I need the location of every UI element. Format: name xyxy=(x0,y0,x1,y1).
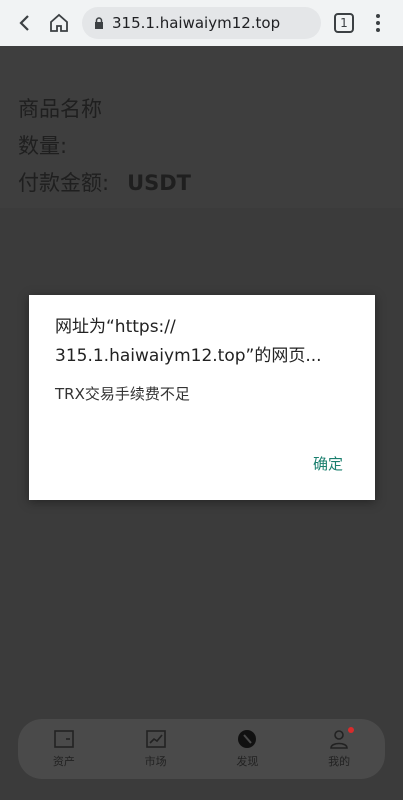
notification-dot xyxy=(348,727,355,733)
lock-icon xyxy=(94,17,104,29)
quantity-label: 数量: xyxy=(18,134,68,158)
back-button[interactable] xyxy=(8,6,42,40)
more-vert-icon xyxy=(376,14,380,32)
nav-label-discover: 发现 xyxy=(236,755,259,768)
dialog-title-line-2: 315.1.haiwaiym12.top”的网页... xyxy=(55,346,322,366)
menu-button[interactable] xyxy=(361,6,395,40)
bottom-nav: 资产 市场 发现 我的 xyxy=(18,719,385,779)
product-name-label: 商品名称 xyxy=(18,97,102,121)
nav-item-market[interactable]: 市场 xyxy=(126,729,186,769)
url-text: 315.1.haiwaiym12.top xyxy=(112,14,281,32)
order-summary: 商品名称 数量: 付款金额: USDT xyxy=(0,46,403,208)
nav-label-market: 市场 xyxy=(144,755,167,768)
nav-item-profile[interactable]: 我的 xyxy=(309,727,369,769)
dialog-title-line-1: 网址为“https:// xyxy=(55,317,176,337)
tab-count: 1 xyxy=(334,13,354,33)
nav-label-profile: 我的 xyxy=(328,755,351,768)
discover-icon xyxy=(238,730,257,748)
profile-icon xyxy=(330,730,348,749)
alert-dialog: 网址为“https:// 315.1.haiwaiym12.top”的网页...… xyxy=(29,295,375,500)
amount-label: 付款金额: xyxy=(18,171,110,195)
home-icon xyxy=(50,13,68,32)
amount-row: 付款金额: USDT xyxy=(18,165,385,202)
nav-label-assets: 资产 xyxy=(52,755,75,768)
nav-item-discover[interactable]: 发现 xyxy=(217,729,277,769)
chart-icon xyxy=(145,730,166,748)
ok-button[interactable]: 确定 xyxy=(313,453,343,474)
wallet-icon xyxy=(54,730,74,748)
tabs-button[interactable]: 1 xyxy=(327,6,361,40)
address-bar[interactable]: 315.1.haiwaiym12.top xyxy=(82,7,321,39)
nav-item-assets[interactable]: 资产 xyxy=(34,729,94,769)
dialog-message: TRX交易手续费不足 xyxy=(55,385,190,403)
home-button[interactable] xyxy=(42,6,76,40)
dialog-title: 网址为“https:// 315.1.haiwaiym12.top”的网页... xyxy=(55,313,351,371)
amount-unit: USDT xyxy=(127,171,192,195)
back-arrow-icon xyxy=(19,15,29,31)
browser-toolbar: 315.1.haiwaiym12.top 1 xyxy=(0,0,403,46)
